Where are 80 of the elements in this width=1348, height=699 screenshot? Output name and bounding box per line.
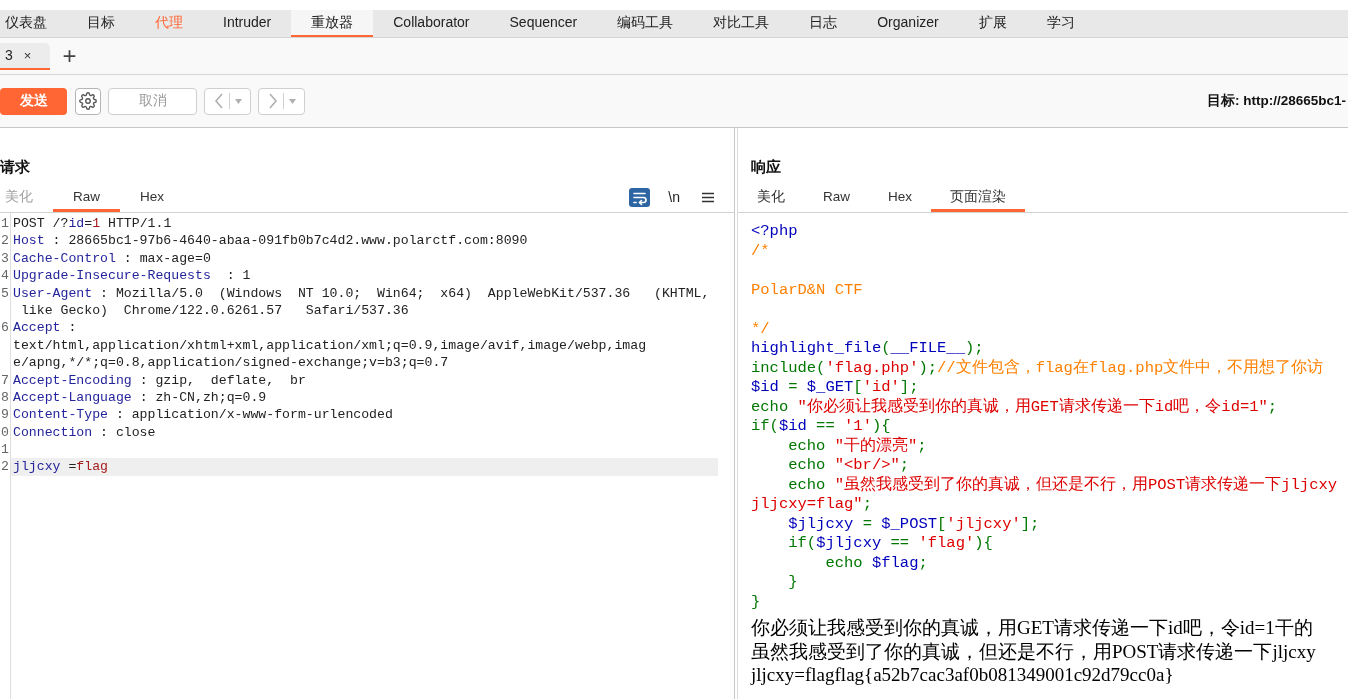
rendered-text: 虽然我感受到了你的真诚，但还是不行，用POST请求传递一下jljcxy xyxy=(751,639,1316,663)
view-tab[interactable]: Raw xyxy=(804,186,869,212)
rendered-text: 你必须让我感受到你的真诚，用GET请求传递一下id吧，令id=1干的 xyxy=(751,616,1313,640)
code-line: } xyxy=(787,573,798,593)
code-line: echo "干的漂亮"; xyxy=(787,436,927,456)
caret-down-icon xyxy=(288,98,296,104)
wrap-icon[interactable] xyxy=(629,188,651,207)
view-tab[interactable]: Raw xyxy=(53,186,120,212)
code-line: Connection : close xyxy=(13,423,156,442)
nav-tab[interactable]: 重放器 xyxy=(291,10,374,37)
nav-tab[interactable]: 扩展 xyxy=(958,10,1027,37)
code-line: Accept : xyxy=(13,319,77,337)
code-line: if($jljcxy == 'flag'){ xyxy=(787,534,993,554)
view-tab[interactable]: Hex xyxy=(120,186,185,212)
nav-tab[interactable]: Collaborator xyxy=(373,10,490,37)
code-line: PolarD&N CTF xyxy=(751,280,863,300)
nav-tab[interactable]: Sequencer xyxy=(489,10,598,37)
line-number: 8 xyxy=(1,388,9,407)
chevron-left-icon xyxy=(213,93,224,109)
code-line: POST /?id=1 HTTP/1.1 xyxy=(13,215,172,233)
nav-tab[interactable]: 学习 xyxy=(1026,10,1095,37)
code-line: Accept-Encoding : gzip, deflate, br xyxy=(13,371,306,389)
line-number: 0 xyxy=(1,423,9,442)
code-line: /* xyxy=(751,241,770,261)
caret-down-icon xyxy=(234,98,242,104)
code-line: echo "虽然我感受到了你的真诚，但还是不行，用POST请求传递一下jljcxy xyxy=(787,475,1338,495)
panel-title: 请求 xyxy=(0,156,30,177)
code-line: echo "<br/>"; xyxy=(787,456,910,475)
chevron-right-icon xyxy=(267,93,278,109)
code-line: <?php xyxy=(751,222,798,242)
line-number: 7 xyxy=(1,371,9,389)
code-line: highlight_file(__FILE__); xyxy=(751,339,984,358)
nav-tab[interactable]: Organizer xyxy=(857,10,959,37)
line-number: 2 xyxy=(1,458,9,476)
code-line: if($id == '1'){ xyxy=(751,417,891,437)
code-line: jljcxy =flag xyxy=(13,458,108,476)
code-line: } xyxy=(751,592,761,612)
line-number: 4 xyxy=(1,267,9,285)
line-number: 1 xyxy=(1,441,9,459)
line-number: 6 xyxy=(1,319,9,337)
code-line: Cache-Control : max-age=0 xyxy=(13,249,211,268)
line-number: 3 xyxy=(1,249,9,268)
line-number: 5 xyxy=(1,284,9,302)
nav-tab[interactable]: Intruder xyxy=(203,10,292,37)
code-line: include('flag.php');//文件包含，flag在flag.php文件中，不用想了你访 xyxy=(751,358,1324,378)
code-line: e/apng,*/*;q=0.8,application/signed-exchange;v=b3;q=0.7 xyxy=(13,354,449,372)
nav-tab[interactable]: 日志 xyxy=(789,10,858,37)
panel-title: 响应 xyxy=(751,156,781,177)
nav-tab[interactable]: 目标 xyxy=(67,10,135,37)
code-line: like Gecko) Chrome/122.0.6261.57 Safari/537.36 xyxy=(19,301,409,320)
menu-icon[interactable] xyxy=(702,192,714,203)
code-line: text/html,application/xhtml+xml,application/xml;q=0.9,image/avif,image/webp,imag xyxy=(13,336,647,355)
target-label: 目标: http://28665bc1- xyxy=(1206,91,1346,110)
code-line: Content-Type : application/x-www-form-urlencoded xyxy=(13,406,393,424)
nav-tab[interactable]: 对比工具 xyxy=(693,10,790,37)
settings-button[interactable] xyxy=(75,87,101,115)
view-tab[interactable]: Hex xyxy=(869,186,932,212)
repeater-tab[interactable]: 3 × xyxy=(0,42,51,70)
newline-toggle[interactable]: \n xyxy=(667,188,681,207)
code-line: jljcxy=flag"; xyxy=(751,495,872,515)
code-line: $id = $_GET['id']; xyxy=(751,378,919,397)
line-number: 9 xyxy=(1,406,9,424)
code-line: Accept-Language : zh-CN,zh;q=0.9 xyxy=(13,388,267,407)
rendered-text: jljcxy=flagflag{a52b7cac3af0b081349001c92d79cc0a} xyxy=(751,663,1174,687)
code-line: Host : 28665bc1-97b6-4640-abaa-091fb0b7c4d2.www.polarctf.com:8090 xyxy=(13,232,528,250)
view-tab[interactable]: 美化 xyxy=(738,186,804,212)
nav-tab[interactable]: 仪表盘 xyxy=(0,10,67,37)
code-line: echo "你必须让我感受到你的真诚，用GET请求传递一下id吧，令id=1"; xyxy=(751,397,1278,417)
nav-tab[interactable]: 编码工具 xyxy=(597,10,694,37)
code-line: */ xyxy=(751,319,770,339)
code-line: $jljcxy = $_POST['jljcxy']; xyxy=(787,514,1040,534)
view-tab[interactable]: 页面渲染 xyxy=(931,186,1026,212)
code-line: Upgrade-Insecure-Requests : 1 xyxy=(13,267,251,285)
code-line: User-Agent : Mozilla/5.0 (Windows NT 10.0; Win64; x64) AppleWebKit/537.36 (KHTML, xyxy=(13,284,710,302)
line-number: 2 xyxy=(1,232,9,250)
settings-icon xyxy=(79,92,97,110)
close-button[interactable]: × xyxy=(23,48,32,62)
code-line: echo $flag; xyxy=(824,553,928,573)
new-tab-button[interactable]: + xyxy=(62,44,77,68)
line-number: 1 xyxy=(1,215,9,233)
